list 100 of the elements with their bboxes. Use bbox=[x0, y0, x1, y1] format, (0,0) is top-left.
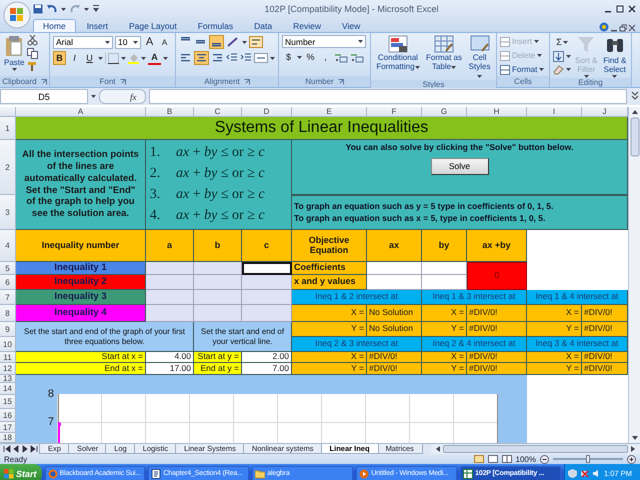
column-header[interactable]: C bbox=[194, 107, 242, 117]
ribbon-tab[interactable]: Formulas bbox=[188, 19, 244, 32]
group-label: Styles bbox=[422, 80, 444, 90]
section-heading: Ineq 2 & 3 intersect at bbox=[292, 337, 422, 352]
group-label: Clipboard bbox=[2, 77, 37, 86]
column-header[interactable]: F bbox=[367, 107, 422, 117]
style-button[interactable]: Cell Styles bbox=[466, 35, 493, 80]
ribbon-tab[interactable]: Review bbox=[283, 19, 331, 32]
instruction-text: To graph an equation such as x = 5, type in coefficients 1, 0, 5. bbox=[294, 214, 546, 224]
instruction-text: To graph an equation such as y = 5 type in coefficients of 0, 1, 5. bbox=[294, 202, 554, 211]
table-cell: #DIV/0! bbox=[582, 352, 628, 363]
equation-label: X = bbox=[527, 352, 582, 363]
style-button[interactable]: Format as Table bbox=[424, 35, 464, 72]
style-button[interactable]: Conditional Formatting bbox=[374, 35, 422, 72]
percent-button[interactable]: % bbox=[304, 50, 317, 64]
equation-label: X = bbox=[422, 305, 467, 322]
row-header[interactable]: 10 bbox=[0, 337, 16, 352]
column-header[interactable]: A bbox=[16, 107, 146, 117]
instruction-text: Set the start and end of the graph of your first three equations below. bbox=[16, 322, 194, 352]
column-header[interactable]: E bbox=[292, 107, 367, 117]
ribbon-tab[interactable]: Page Layout bbox=[118, 19, 187, 32]
comma-button[interactable]: , bbox=[319, 50, 332, 64]
row-header[interactable]: 17 bbox=[0, 422, 16, 433]
row-label: End at x = bbox=[16, 363, 146, 375]
row-header[interactable]: 4 bbox=[0, 230, 16, 262]
section-heading: Ineq 3 & 4 intersect at bbox=[527, 337, 628, 352]
section-heading: Ineq 1 & 3 intersect at bbox=[422, 290, 527, 305]
row-header[interactable]: 1 bbox=[0, 117, 16, 140]
row-header[interactable]: 15 bbox=[0, 395, 16, 409]
ribbon-tab[interactable]: Data bbox=[244, 19, 282, 32]
equation-label: Y = bbox=[422, 363, 467, 375]
zoom-level[interactable]: 100% bbox=[516, 454, 536, 464]
row-label: Inequality 3 bbox=[16, 290, 146, 305]
table-cell: No Solution bbox=[367, 305, 422, 322]
row-header[interactable]: 13 bbox=[0, 375, 16, 383]
table-cell: #DIV/0! bbox=[467, 352, 527, 363]
sheet-title: Systems of Linear Inequalities bbox=[16, 117, 628, 140]
number-format-field[interactable]: Number bbox=[282, 35, 366, 48]
group-label: Number bbox=[305, 77, 334, 86]
list-number: 2. bbox=[148, 166, 162, 182]
start-button[interactable]: Start bbox=[0, 464, 42, 480]
row-header[interactable]: 5 bbox=[0, 262, 16, 275]
column-header[interactable]: H bbox=[467, 107, 527, 117]
row-label: Start at x = bbox=[16, 352, 146, 363]
group-label: Cells bbox=[514, 77, 532, 86]
ribbon-tab[interactable]: View bbox=[332, 19, 370, 32]
table-cell: #DIV/0! bbox=[467, 322, 527, 337]
row-label: x and y values bbox=[292, 275, 367, 290]
equation-label: Y = bbox=[292, 363, 367, 375]
underline-button[interactable]: U bbox=[83, 51, 96, 65]
font-color-button[interactable]: A bbox=[148, 51, 161, 65]
row-header[interactable]: 18 bbox=[0, 433, 16, 443]
autosum-button[interactable]: Σ bbox=[553, 35, 571, 49]
font-size-field[interactable]: 10 bbox=[115, 36, 141, 48]
grow-font-button[interactable]: A bbox=[143, 35, 156, 49]
instruction-text: All the intersection points of the lines are automatically calculated. Set the "Start and "End" of the graph to help you see the solution area. bbox=[16, 140, 146, 230]
section-heading: Ineq 1 & 4 intersect at bbox=[527, 290, 628, 305]
equation-label: Y = bbox=[422, 322, 467, 337]
column-header[interactable]: B bbox=[146, 107, 194, 117]
column-header[interactable]: I bbox=[527, 107, 582, 117]
equation-label: Y = bbox=[292, 322, 367, 337]
font-name-field[interactable]: Arial bbox=[53, 36, 113, 48]
group-label: Editing bbox=[578, 78, 603, 88]
insert-function-button[interactable]: fx bbox=[99, 89, 146, 104]
column-heading: c bbox=[242, 230, 292, 262]
column-header[interactable]: D bbox=[242, 107, 292, 117]
axis-label: 8 bbox=[48, 388, 54, 400]
column-header[interactable]: G bbox=[422, 107, 467, 117]
format-button[interactable]: Format bbox=[500, 63, 544, 76]
currency-button[interactable]: $ bbox=[282, 50, 295, 64]
row-header[interactable]: 6 bbox=[0, 275, 16, 290]
row-header[interactable]: 16 bbox=[0, 409, 16, 422]
list-number: 3. bbox=[148, 186, 162, 203]
solve-button[interactable]: Solve bbox=[430, 158, 488, 176]
formula: ax + by ≤ or ≥ c bbox=[176, 186, 265, 203]
table-cell: 17.00 bbox=[146, 363, 194, 375]
row-header[interactable]: 11 bbox=[0, 352, 16, 363]
row-header[interactable]: 14 bbox=[0, 383, 16, 395]
table-cell: 7.00 bbox=[242, 363, 292, 375]
name-box[interactable]: D5 bbox=[0, 89, 88, 104]
shrink-font-button[interactable]: A bbox=[158, 35, 171, 49]
row-header[interactable]: 7 bbox=[0, 290, 16, 305]
row-header[interactable]: 2 bbox=[0, 140, 16, 195]
ribbon-tab[interactable]: Insert bbox=[76, 19, 118, 32]
group-label: Font bbox=[99, 77, 116, 86]
row-header[interactable]: 9 bbox=[0, 322, 16, 337]
list-number: 1. bbox=[148, 145, 162, 162]
ribbon-tab[interactable]: Home bbox=[33, 19, 76, 32]
bold-button[interactable]: B bbox=[53, 51, 66, 65]
row-header[interactable]: 3 bbox=[0, 195, 16, 230]
column-header[interactable]: J bbox=[582, 107, 628, 117]
group-label: Alignment bbox=[204, 77, 240, 86]
find-select-button[interactable]: Find & Select bbox=[602, 35, 628, 78]
column-heading: b bbox=[194, 230, 242, 262]
paste-button[interactable]: Paste bbox=[3, 35, 26, 72]
equation-label: X = bbox=[422, 352, 467, 363]
italic-button[interactable]: I bbox=[68, 51, 81, 65]
column-heading: by bbox=[422, 230, 467, 262]
row-header[interactable]: 12 bbox=[0, 363, 16, 375]
row-header[interactable]: 8 bbox=[0, 305, 16, 322]
